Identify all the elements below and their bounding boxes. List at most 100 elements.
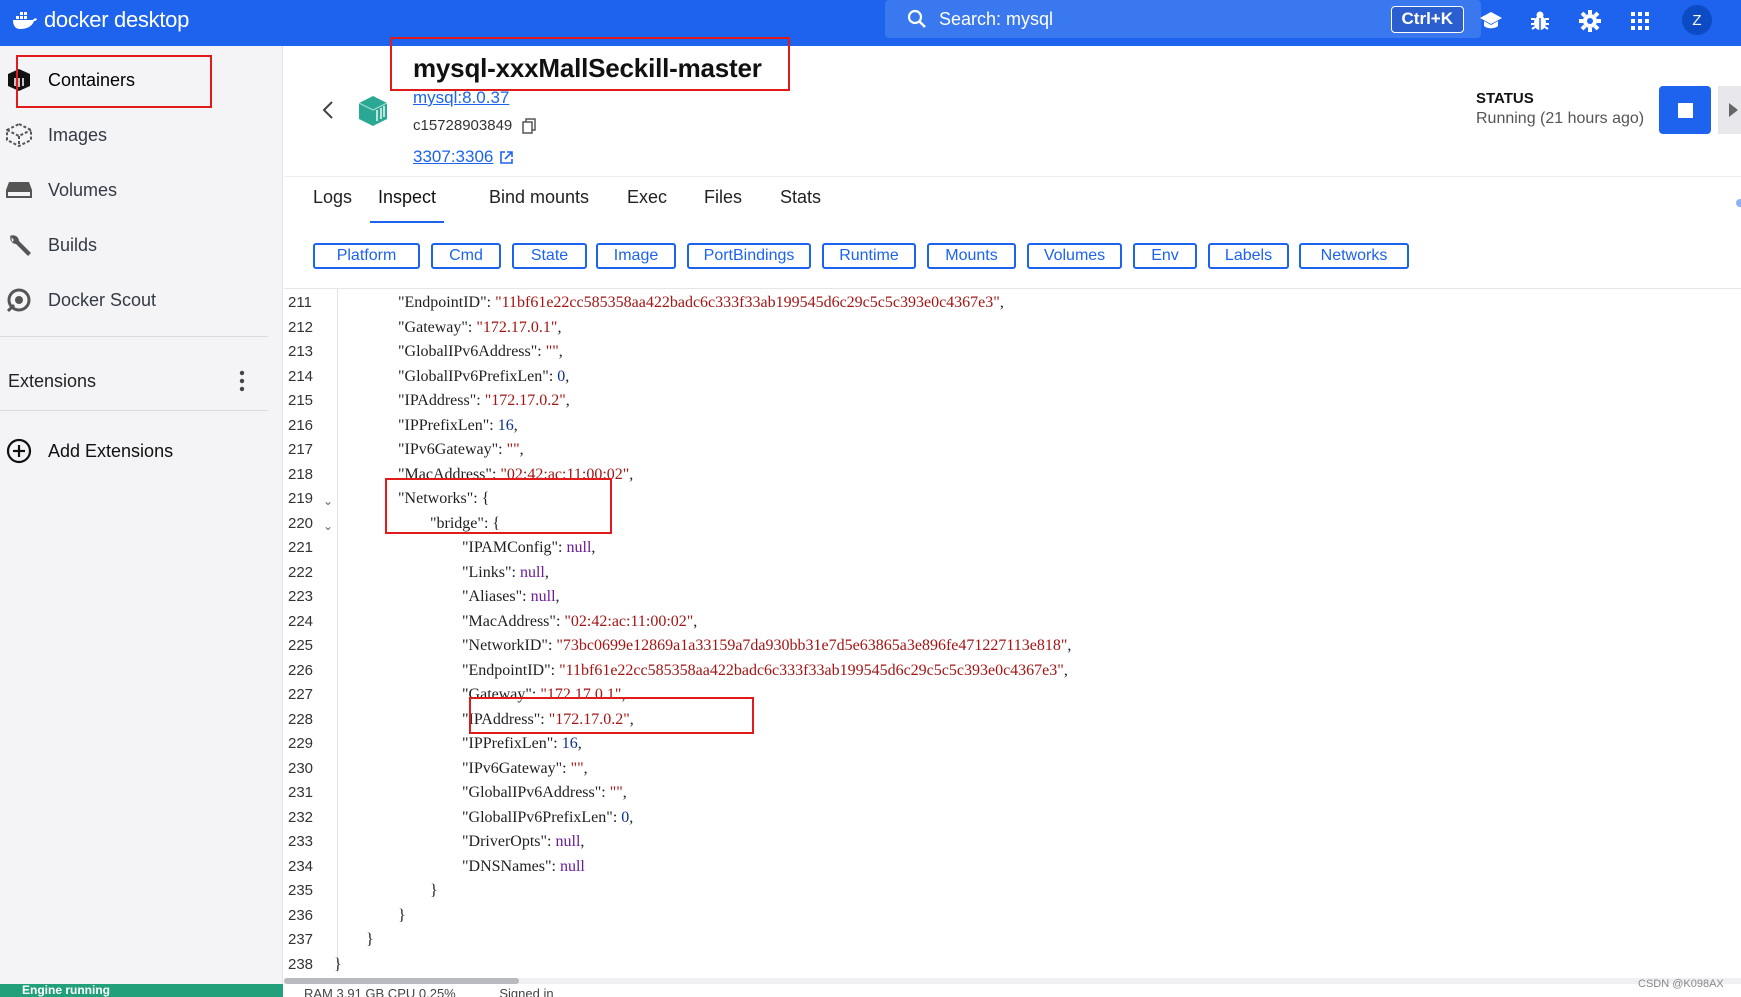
code-text: } [430, 880, 438, 902]
horizontal-scrollbar[interactable] [284, 978, 1741, 984]
tab-inspect[interactable]: Inspect [370, 187, 445, 223]
json-key: DNSNames [468, 857, 545, 875]
learning-center-icon[interactable] [1478, 8, 1504, 34]
docker-logo[interactable]: docker desktop [12, 7, 189, 33]
json-key: GlobalIPv6PrefixLen [468, 808, 607, 826]
logo-text: docker desktop [44, 7, 189, 32]
chip-cmd[interactable]: Cmd [431, 243, 501, 269]
status-value: Running (21 hours ago) [1476, 110, 1645, 127]
grid-icon[interactable] [1627, 8, 1653, 34]
json-key: EndpointID [468, 661, 545, 679]
fold-chevron-icon[interactable]: ⌄ [323, 515, 333, 537]
open-external-icon [500, 150, 514, 164]
bracket: } [430, 882, 438, 899]
chip-mounts[interactable]: Mounts [927, 243, 1016, 269]
chip-image[interactable]: Image [596, 243, 676, 269]
play-icon [1729, 103, 1738, 117]
code-text: "NetworkID": "73bc0699e12869a1a33159a7da… [462, 637, 1072, 654]
line-number: 238 [288, 955, 314, 973]
sidebar: Containers Images Volumes Builds Docker … [0, 46, 283, 997]
stop-button[interactable] [1659, 86, 1711, 134]
copy-icon[interactable] [522, 117, 537, 134]
code-text: "DNSNames": null [462, 857, 585, 875]
line-number: 224 [288, 612, 314, 630]
json-key: Aliases [468, 588, 516, 605]
scrollbar-thumb[interactable] [284, 978, 519, 984]
extensions-title: Extensions [8, 371, 97, 391]
sidebar-item-images[interactable]: Images [0, 113, 283, 157]
gutter-divider [337, 289, 338, 973]
scout-icon [5, 286, 33, 314]
settings-icon[interactable] [1577, 8, 1603, 34]
bracket: } [334, 955, 342, 973]
tab-stats[interactable]: Stats [780, 187, 821, 223]
line-number: 237 [288, 931, 314, 948]
json-value: null [530, 588, 556, 605]
avatar[interactable]: Z [1682, 5, 1712, 35]
chip-runtime[interactable]: Runtime [822, 243, 916, 269]
sidebar-item-docker-scout[interactable]: Docker Scout [0, 278, 283, 322]
line-number: 234 [288, 857, 314, 875]
fold-chevron-icon[interactable]: ⌄ [323, 490, 333, 512]
chip-platform[interactable]: Platform [313, 243, 420, 269]
sidebar-item-label: Images [48, 124, 108, 145]
code-text: "GlobalIPv6Address": "", [398, 343, 563, 360]
chip-env[interactable]: Env [1133, 243, 1197, 269]
chip-volumes[interactable]: Volumes [1027, 243, 1122, 269]
docker-desktop-window: docker desktop Search: mysql Ctrl+K Z Co… [0, 0, 1741, 997]
json-value: "" [570, 759, 584, 777]
chip-state[interactable]: State [512, 243, 587, 269]
add-extensions-button[interactable]: Add Extensions [0, 429, 283, 473]
port-text: 3307:3306 [413, 147, 494, 166]
bracket: } [398, 906, 406, 924]
code-text: "EndpointID": "11bf61e22cc585358aa422bad… [462, 661, 1068, 679]
line-number: 231 [288, 784, 314, 801]
code-text: "Aliases": null, [462, 588, 560, 605]
add-extensions-label: Add Extensions [48, 440, 174, 461]
json-key: IPv6Gateway [404, 441, 492, 458]
line-number: 233 [288, 833, 314, 850]
sidebar-item-builds[interactable]: Builds [0, 223, 283, 267]
more-actions-button[interactable] [1718, 86, 1741, 134]
code-text: "IPPrefixLen": 16, [398, 416, 518, 434]
more-vert-icon[interactable] [232, 368, 252, 394]
tab-exec[interactable]: Exec [627, 187, 667, 223]
inspect-json-viewer[interactable]: 211 "EndpointID": "11bf61e22cc585358aa422… [284, 288, 1741, 973]
port-link[interactable]: 3307:3306 [413, 147, 514, 167]
bracket: } [366, 931, 374, 948]
json-key: GlobalIPv6Address [468, 784, 595, 801]
bug-icon[interactable] [1527, 8, 1553, 34]
search-bar[interactable]: Search: mysql Ctrl+K [885, 0, 1481, 38]
json-key: Gateway [404, 318, 462, 336]
json-key: EndpointID [404, 294, 481, 311]
sidebar-item-volumes[interactable]: Volumes [0, 168, 283, 212]
chip-networks[interactable]: Networks [1299, 243, 1409, 269]
line-number: 227 [288, 686, 314, 703]
sidebar-item-label: Docker Scout [48, 289, 157, 310]
json-value: "" [609, 784, 623, 801]
line-number: 236 [288, 906, 314, 924]
json-value: null [559, 857, 585, 875]
back-button[interactable] [314, 96, 342, 124]
tab-bind-mounts[interactable]: Bind mounts [489, 187, 589, 223]
code-text: "GlobalIPv6PrefixLen": 0, [462, 808, 634, 826]
container-image-link[interactable]: mysql:8.0.37 [413, 88, 509, 108]
tab-files[interactable]: Files [704, 187, 742, 223]
chip-labels[interactable]: Labels [1208, 243, 1289, 269]
tab-logs[interactable]: Logs [313, 187, 352, 223]
json-key: DriverOpts [468, 833, 541, 850]
line-number: 214 [288, 367, 314, 385]
line-number: 211 [288, 294, 312, 311]
json-value: 16 [497, 416, 514, 434]
code-text: "IPAMConfig": null, [462, 539, 596, 556]
line-number: 212 [288, 318, 314, 336]
json-value: "" [506, 441, 520, 458]
chip-portbindings[interactable]: PortBindings [687, 243, 811, 269]
json-key: IPAddress [404, 392, 470, 409]
wrench-icon [5, 231, 33, 259]
sidebar-divider [0, 336, 268, 337]
chevron-left-icon [322, 101, 333, 119]
line-number: 228 [288, 710, 314, 728]
json-value: null [519, 563, 545, 581]
json-value: 0 [557, 367, 566, 385]
